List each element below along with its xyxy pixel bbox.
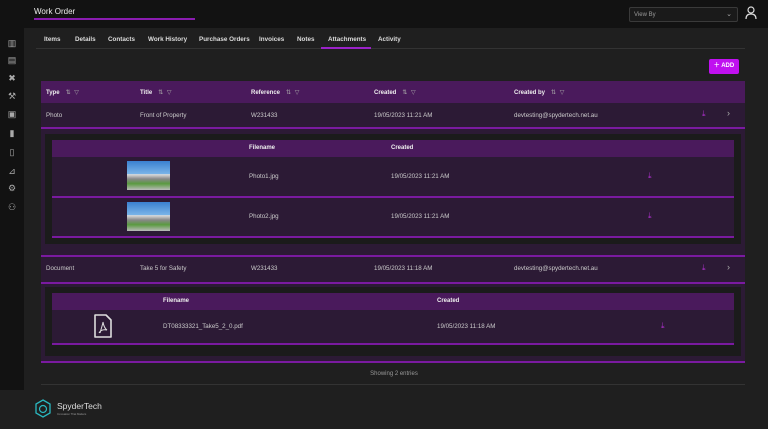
sort-filter-icon: ⇅ ▽ — [402, 90, 416, 96]
column-created-by[interactable]: Created by⇅ ▽ — [514, 89, 565, 96]
brand-logo: SpyderTech Innovation That Matters — [34, 399, 114, 419]
view-by-select[interactable]: View By ⌄ — [629, 7, 738, 22]
sort-filter-icon: ⇅ ▽ — [66, 90, 80, 96]
list-icon[interactable]: ▤ — [7, 55, 17, 65]
download-icon[interactable]: ⤓ — [661, 321, 665, 331]
sub-column-created: Created — [391, 145, 413, 151]
view-by-placeholder: View By — [634, 12, 656, 18]
sort-filter-icon: ⇅ ▽ — [158, 90, 172, 96]
file-created: 19/05/2023 11:21 AM — [391, 173, 449, 180]
file-row[interactable]: DT08333321_Take5_2_0.pdf 19/05/2023 11:1… — [52, 310, 734, 344]
chevron-down-icon: ⌄ — [726, 10, 732, 18]
truck-icon[interactable]: ▣ — [7, 109, 17, 119]
building-icon[interactable]: ▯ — [7, 147, 17, 157]
entries-count: Showing 2 entries — [0, 371, 768, 377]
chevron-right-icon[interactable]: › — [727, 262, 730, 272]
photo-thumbnail[interactable] — [127, 202, 170, 231]
column-title[interactable]: Title⇅ ▽ — [140, 89, 173, 96]
page-title: Work Order — [34, 7, 75, 16]
sort-filter-icon: ⇅ ▽ — [551, 90, 565, 96]
chevron-right-icon[interactable]: › — [727, 108, 730, 118]
row-divider — [41, 282, 745, 284]
tab-attachments[interactable]: Attachments — [328, 36, 366, 43]
document-icon[interactable]: ▮ — [7, 128, 17, 138]
file-row[interactable]: Photo1.jpg 19/05/2023 11:21 AM ⤓ — [52, 157, 734, 197]
tab-invoices[interactable]: Invoices — [259, 36, 284, 43]
users-icon[interactable]: ⚇ — [7, 202, 17, 212]
tab-purchase-orders[interactable]: Purchase Orders — [199, 36, 250, 43]
photo-thumbnail[interactable] — [127, 161, 170, 190]
file-created: 19/05/2023 11:18 AM — [437, 323, 495, 330]
line-chart-icon[interactable]: ⊿ — [7, 166, 17, 176]
file-name: Photo1.jpg — [249, 173, 279, 180]
column-created[interactable]: Created⇅ ▽ — [374, 89, 417, 96]
tab-work-history[interactable]: Work History — [148, 36, 187, 43]
cell-reference: W231433 — [251, 112, 278, 119]
sort-filter-icon: ⇅ ▽ — [286, 90, 300, 96]
download-icon[interactable]: ⤓ — [648, 211, 652, 221]
row-divider — [52, 236, 734, 238]
download-icon[interactable]: ⤓ — [702, 109, 706, 119]
cell-created-by: devtesting@spydertech.net.au — [514, 265, 598, 272]
cell-type: Photo — [46, 112, 62, 119]
file-name: Photo2.jpg — [249, 213, 279, 220]
tab-divider — [36, 48, 745, 49]
tab-notes[interactable]: Notes — [297, 36, 315, 43]
row-divider — [52, 343, 734, 345]
cell-created: 19/05/2023 11:21 AM — [374, 112, 432, 119]
sub-column-filename: Filename — [249, 145, 275, 151]
tab-contacts[interactable]: Contacts — [108, 36, 135, 43]
sub-table-header: Filename Created — [52, 140, 734, 157]
sub-column-created: Created — [437, 298, 459, 304]
active-tab-indicator — [321, 47, 371, 49]
table-row[interactable]: Photo Front of Property W231433 19/05/20… — [41, 103, 745, 128]
download-icon[interactable]: ⤓ — [648, 171, 652, 181]
brand-name: SpyderTech — [57, 401, 102, 411]
column-type[interactable]: Type⇅ ▽ — [46, 89, 80, 96]
cell-reference: W231433 — [251, 265, 278, 272]
footer-divider — [41, 384, 745, 385]
brand-tagline: Innovation That Matters — [57, 412, 86, 416]
cell-title: Front of Property — [140, 112, 186, 119]
sub-column-filename: Filename — [163, 298, 189, 304]
spider-logo-icon — [34, 399, 52, 418]
sidebar: ▥ ▤ ✖ ⚒ ▣ ▮ ▯ ⊿ ⚙ ⚇ — [0, 28, 24, 390]
title-underline — [34, 18, 195, 20]
column-reference[interactable]: Reference⇅ ▽ — [251, 89, 300, 96]
table-bottom-border — [41, 361, 745, 363]
table-header: Type⇅ ▽ Title⇅ ▽ Reference⇅ ▽ Created⇅ ▽… — [41, 81, 745, 103]
tools-icon[interactable]: ✖ — [7, 73, 17, 83]
user-icon[interactable] — [745, 6, 757, 20]
chart-icon[interactable]: ▥ — [7, 38, 17, 48]
pdf-file-icon[interactable] — [93, 314, 113, 339]
cell-type: Document — [46, 265, 74, 272]
cell-created-by: devtesting@spydertech.net.au — [514, 112, 598, 119]
tab-items[interactable]: Items — [44, 36, 60, 43]
add-label: ADD — [721, 63, 734, 69]
settings-icon[interactable]: ⚙ — [7, 183, 17, 193]
file-name: DT08333321_Take5_2_0.pdf — [163, 323, 243, 330]
tab-details[interactable]: Details — [75, 36, 96, 43]
tab-activity[interactable]: Activity — [378, 36, 401, 43]
file-row[interactable]: Photo2.jpg 19/05/2023 11:21 AM ⤓ — [52, 197, 734, 237]
hammer-icon[interactable]: ⚒ — [7, 91, 17, 101]
row-divider — [41, 127, 745, 129]
table-row[interactable]: Document Take 5 for Safety W231433 19/05… — [41, 256, 745, 282]
add-button[interactable]: ＋ ADD — [709, 59, 739, 74]
sub-table-header: Filename Created — [52, 293, 734, 310]
cell-created: 19/05/2023 11:18 AM — [374, 265, 432, 272]
cell-title: Take 5 for Safety — [140, 265, 186, 272]
file-created: 19/05/2023 11:21 AM — [391, 213, 449, 220]
download-icon[interactable]: ⤓ — [702, 263, 706, 273]
